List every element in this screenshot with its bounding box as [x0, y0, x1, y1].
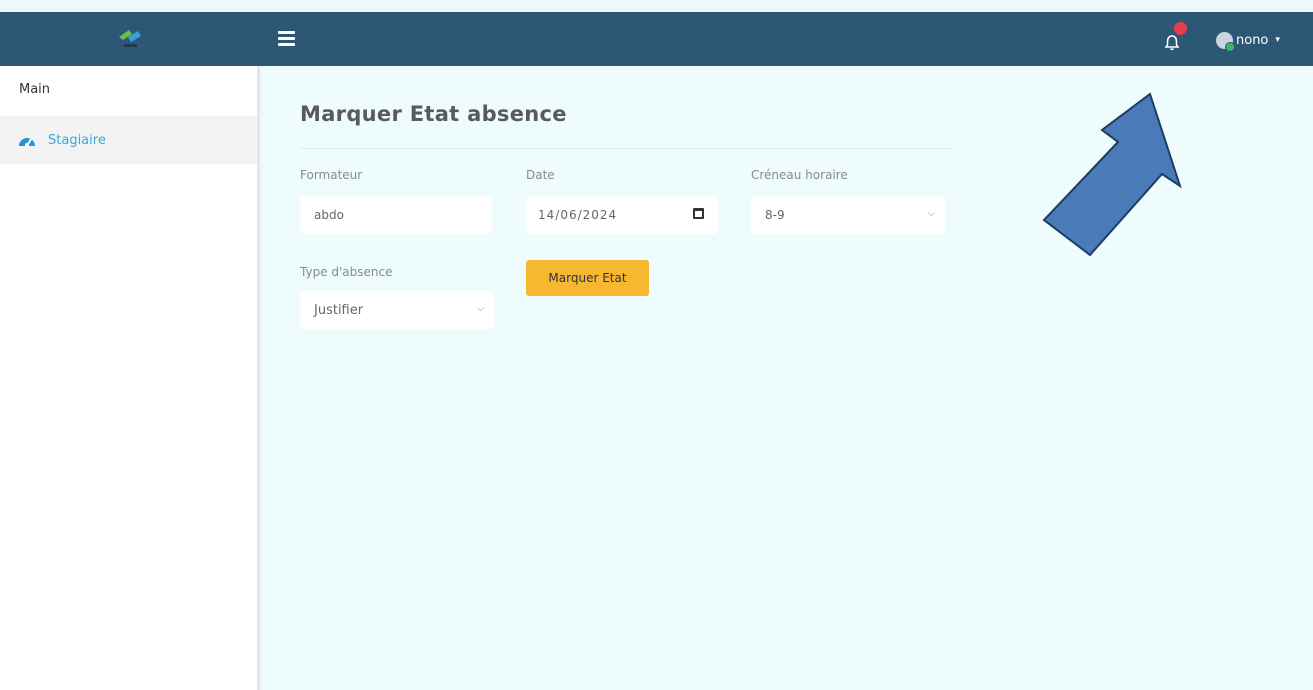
creneau-select[interactable]: 8-9 ⌵ [751, 196, 945, 234]
type-absence-select[interactable]: Justifier ⌵ [300, 291, 494, 329]
user-menu[interactable]: nono ▾ [1216, 27, 1280, 53]
chevron-down-icon: ▾ [1275, 35, 1280, 45]
notification-bell-icon[interactable] [1164, 22, 1188, 54]
title-divider [300, 148, 953, 149]
notification-badge [1174, 22, 1187, 35]
hamburger-menu-icon[interactable] [278, 26, 300, 50]
creneau-label: Créneau horaire [751, 168, 848, 182]
dashboard-icon [19, 138, 35, 147]
user-name: nono [1236, 32, 1269, 48]
marquer-etat-button[interactable]: Marquer Etat [526, 260, 649, 296]
sidebar-section-title: Main [19, 82, 51, 97]
type-absence-value: Justifier [314, 302, 364, 318]
formateur-input[interactable]: abdo [300, 196, 492, 234]
user-avatar-icon [1216, 31, 1235, 52]
top-navbar: nono ▾ [0, 12, 1313, 66]
sidebar-item-stagiaire[interactable]: Stagiaire [0, 116, 257, 164]
date-input[interactable]: 14/06/2024 [526, 196, 718, 234]
app-logo[interactable] [0, 12, 260, 66]
date-value: 14/06/2024 [538, 208, 618, 222]
page-title: Marquer Etat absence [300, 102, 567, 126]
sidebar: Main Stagiaire [0, 66, 260, 690]
formateur-label: Formateur [300, 168, 363, 182]
chevron-down-icon: ⌵ [477, 304, 484, 314]
annotation-arrow [1042, 92, 1182, 257]
date-label: Date [526, 168, 555, 182]
creneau-value: 8-9 [765, 208, 785, 222]
sidebar-item-label: Stagiaire [48, 132, 106, 148]
type-absence-label: Type d'absence [300, 265, 393, 279]
formateur-value: abdo [314, 208, 344, 222]
chevron-down-icon: ⌵ [928, 209, 935, 219]
calendar-icon[interactable] [693, 208, 704, 219]
